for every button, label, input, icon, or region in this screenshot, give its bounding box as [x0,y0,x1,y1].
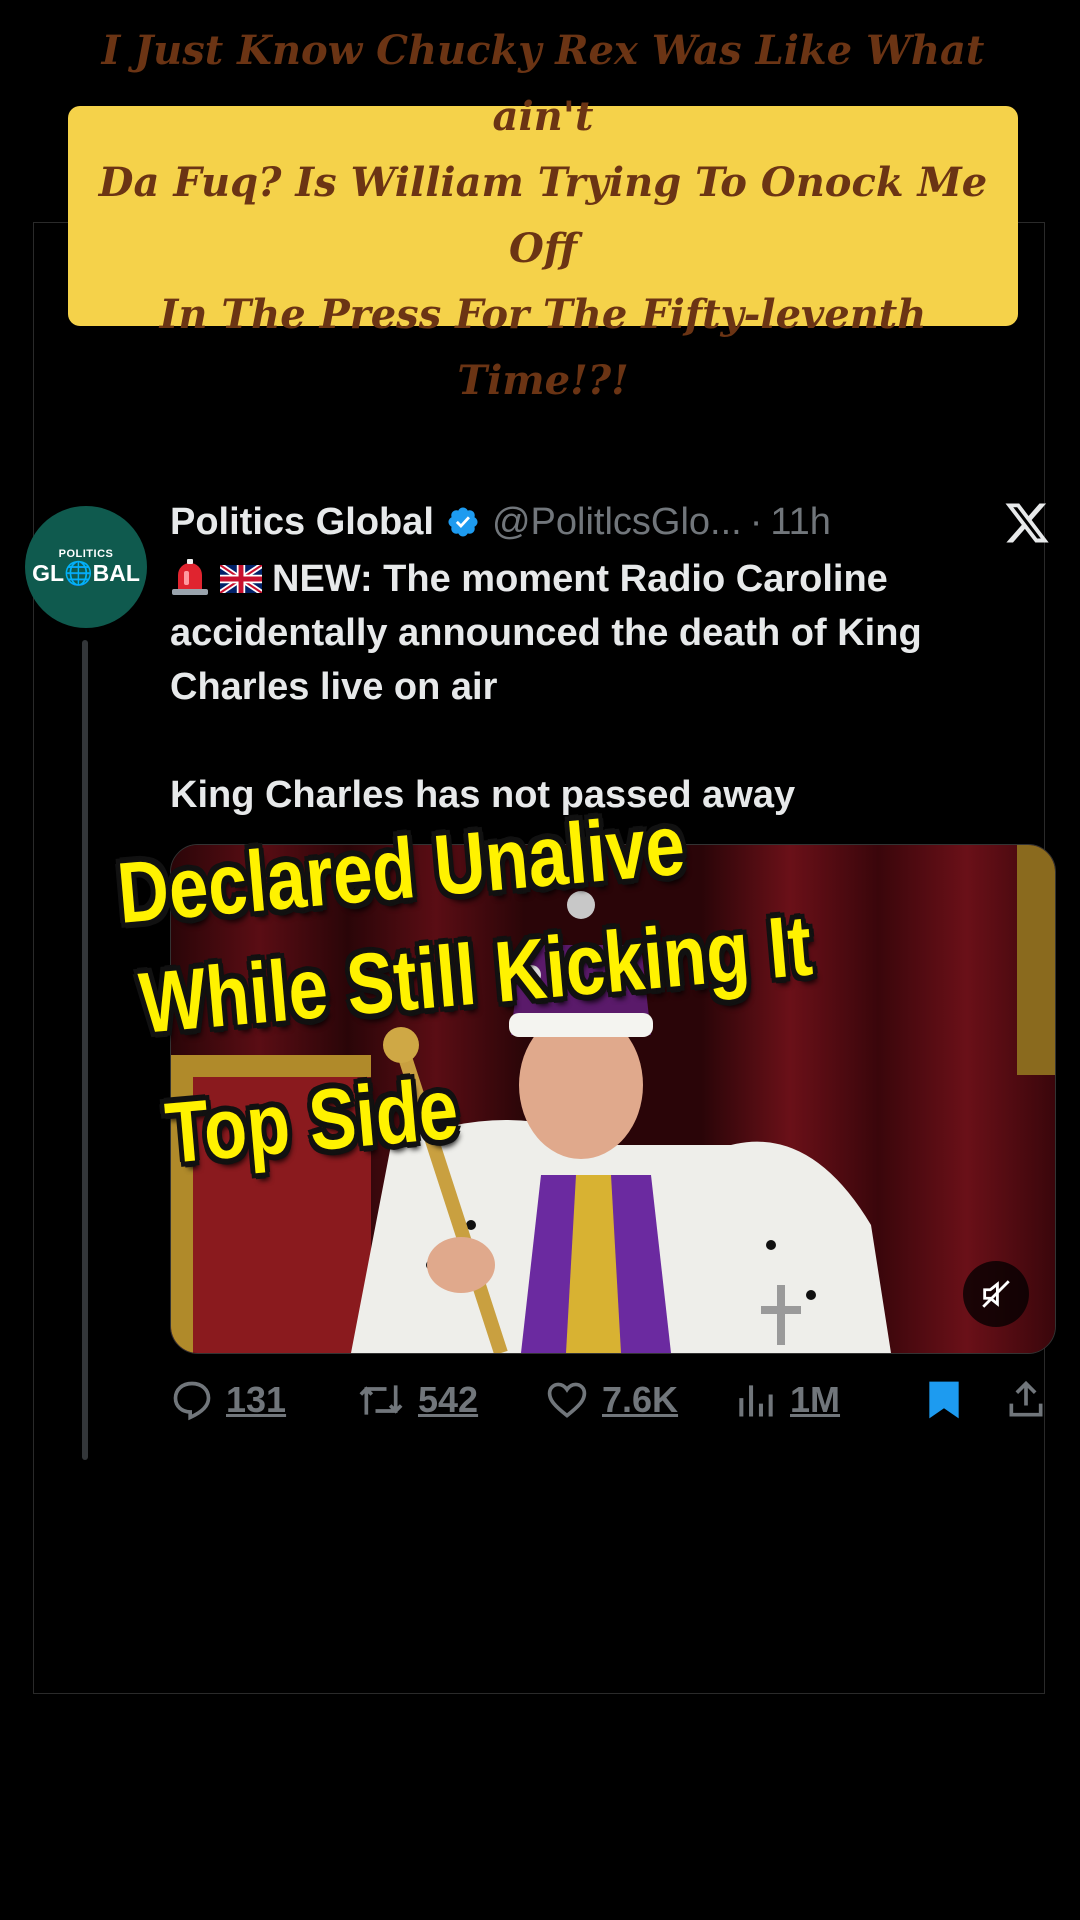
avatar-label-big: GL🌐BAL [32,560,140,586]
video-still-image [171,845,1055,1353]
share-icon [1009,1380,1043,1417]
views-icon [739,1385,773,1417]
thread-line [82,640,88,1460]
separator-dot: · [749,500,763,543]
repost-icon [359,1385,403,1415]
bookmark-button[interactable] [922,1368,966,1432]
repost-button[interactable]: 542 [356,1368,478,1432]
like-icon [547,1382,587,1418]
avatar-label-small: POLITICS [58,548,114,560]
caption-line: Da Fuq? Is William Trying To Onock Me Of… [98,159,988,272]
siren-emoji [172,559,208,595]
views-count: 1M [790,1379,841,1420]
display-name[interactable]: Politics Global [170,501,434,544]
caption-line: In The Press For The Fifty-leventh Time!… [159,291,927,404]
bookmark-icon [929,1381,959,1419]
tweet-header: Politics Global @PolitlcsGlo... · 11h [170,496,831,548]
mute-icon [982,1280,1010,1308]
repost-count: 542 [418,1379,479,1420]
verified-badge-icon [446,505,480,539]
avatar[interactable]: POLITICS GL🌐BAL [25,506,147,628]
tweet-actions: 131 542 7.6K 1M [170,1368,1050,1432]
tweet-video[interactable] [170,844,1056,1354]
views-button[interactable]: 1M [734,1368,840,1432]
caption-text: I Just Know Chucky Rex Was Like What ain… [98,18,988,414]
tweet-text-line: Charles live on air [170,666,498,708]
like-button[interactable]: 7.6K [544,1368,678,1432]
tweet-text: NEW: The moment Radio Caroline accidenta… [170,552,1030,822]
like-count: 7.6K [602,1379,679,1420]
share-button[interactable] [1004,1368,1048,1432]
mute-button[interactable] [963,1261,1029,1327]
x-logo-icon [1005,503,1049,543]
reply-icon [173,1381,211,1421]
handle[interactable]: @PolitlcsGlo... [492,501,742,544]
reply-button[interactable]: 131 [170,1368,286,1432]
reply-count: 131 [226,1379,287,1420]
tweet-text-line: accidentally announced the death of King [170,612,922,654]
tweet-text-line: NEW: The moment Radio Caroline [272,558,888,600]
timestamp[interactable]: 11h [770,501,831,544]
caption-banner: I Just Know Chucky Rex Was Like What ain… [68,27,1018,404]
uk-flag-emoji [220,565,262,593]
tweet-text-line: King Charles has not passed away [170,774,796,816]
caption-line: I Just Know Chucky Rex Was Like What ain… [101,27,985,140]
